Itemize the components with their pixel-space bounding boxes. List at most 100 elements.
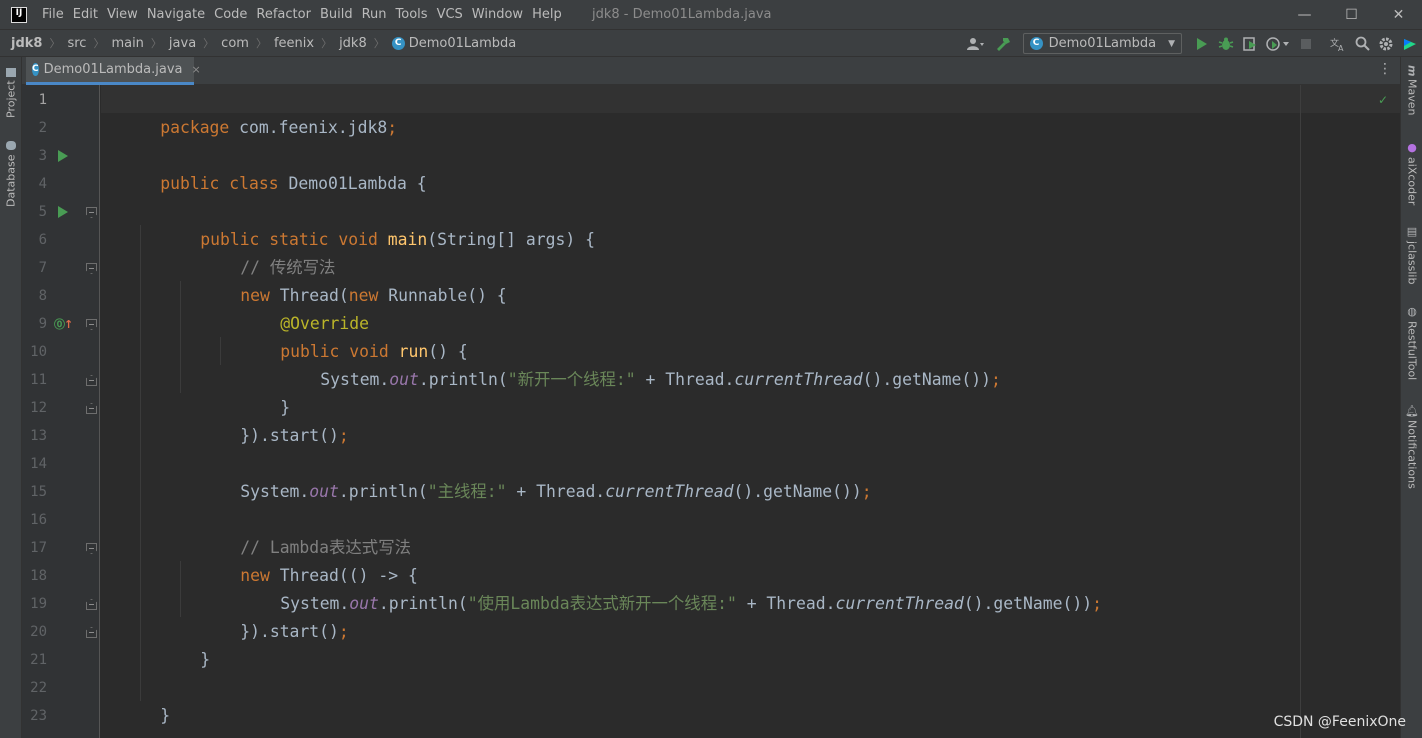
settings-icon[interactable]: [1374, 32, 1398, 56]
fold-toggle-icon[interactable]: [86, 207, 97, 218]
close-tab-icon[interactable]: ×: [192, 63, 201, 76]
stop-icon[interactable]: [1294, 32, 1318, 56]
menu-run[interactable]: Run: [358, 0, 391, 29]
line-number: 8: [38, 288, 47, 304]
minimize-button[interactable]: —: [1281, 0, 1328, 29]
chevron-right-icon: 〉: [321, 37, 333, 50]
menu-navigate[interactable]: Navigate: [143, 0, 209, 29]
project-tool-tab[interactable]: Project: [1, 63, 21, 123]
line-number: 22: [30, 680, 47, 696]
maximize-button[interactable]: ☐: [1328, 0, 1375, 29]
breadcrumb-item[interactable]: src: [67, 36, 86, 51]
aixcoder-tool-label: aiXcoder: [1405, 157, 1419, 206]
code-line-1: package com.feenix.jdk8;: [160, 118, 398, 137]
folder-icon: [6, 67, 16, 77]
database-tool-label: Database: [4, 154, 18, 207]
line-number: 13: [30, 428, 47, 444]
line-number: 14: [30, 456, 47, 472]
build-hammer-icon[interactable]: [991, 32, 1015, 56]
coverage-icon[interactable]: [1238, 32, 1262, 56]
menu-tools[interactable]: Tools: [392, 0, 432, 29]
intellij-logo-icon[interactable]: IJ: [11, 6, 27, 23]
bell-icon: 🔔︎: [1405, 403, 1419, 417]
aixcoder-tool-tab[interactable]: ● aiXcoder: [1402, 141, 1422, 211]
chevron-right-icon: 〉: [373, 37, 385, 50]
java-class-icon: C: [32, 63, 39, 76]
menu-refactor[interactable]: Refactor: [252, 0, 315, 29]
plugin-icon[interactable]: [1398, 32, 1422, 56]
line-number: 3: [38, 148, 47, 164]
code-line-8: @Override: [280, 314, 370, 333]
breadcrumb-item[interactable]: main: [111, 36, 143, 51]
breadcrumb-item[interactable]: feenix: [274, 36, 314, 51]
menu-window[interactable]: Window: [468, 0, 527, 29]
left-tool-stripe: Project Database: [0, 57, 22, 738]
menu-help[interactable]: Help: [528, 0, 566, 29]
code-line-12: }).start();: [240, 426, 349, 445]
jclasslib-tool-tab[interactable]: ▤ jclasslib: [1402, 225, 1422, 285]
tab-demo01lambda-java[interactable]: C Demo01Lambda.java ×: [26, 57, 201, 85]
breadcrumb-item[interactable]: jdk8: [11, 36, 42, 51]
run-configuration-label: Demo01Lambda: [1048, 36, 1157, 51]
line-number: 4: [38, 176, 47, 192]
menu-vcs[interactable]: VCS: [433, 0, 467, 29]
menu-file[interactable]: File: [38, 0, 68, 29]
run-icon[interactable]: [1190, 32, 1214, 56]
navigation-bar: jdk8 〉 src 〉 main 〉 java 〉 com 〉 feenix …: [0, 29, 1422, 57]
menu-edit[interactable]: Edit: [69, 0, 102, 29]
line-number: 6: [38, 232, 47, 248]
user-icon[interactable]: [961, 32, 991, 56]
profile-icon[interactable]: [1262, 32, 1294, 56]
search-icon[interactable]: [1350, 32, 1374, 56]
breadcrumb-item[interactable]: C Demo01Lambda: [391, 36, 516, 51]
java-class-icon: C: [391, 36, 405, 50]
watermark: CSDN @FeenixOne: [1273, 714, 1406, 730]
breadcrumb-item[interactable]: jdk8: [339, 36, 367, 51]
fold-toggle-icon[interactable]: [86, 599, 97, 610]
code-line-10: System.out.println("新开一个线程:" + Thread.cu…: [320, 370, 1001, 389]
debug-icon[interactable]: [1214, 32, 1238, 56]
code-editor[interactable]: 1 2 3 4 5 6 7 8 9 10 11 12 13 14 15 16 1…: [22, 85, 1400, 738]
menu-code[interactable]: Code: [210, 0, 251, 29]
line-number: 15: [30, 484, 47, 500]
fold-toggle-icon[interactable]: [86, 263, 97, 274]
run-main-icon[interactable]: [58, 198, 72, 226]
notifications-tool-tab[interactable]: 🔔︎ Notifications: [1402, 403, 1422, 493]
line-number: 17: [30, 540, 47, 556]
main-menu: File Edit View Navigate Code Refactor Bu…: [38, 0, 567, 29]
close-button[interactable]: ✕: [1375, 0, 1422, 29]
menu-view[interactable]: View: [103, 0, 142, 29]
database-tool-tab[interactable]: Database: [1, 139, 21, 209]
maven-tool-tab[interactable]: m Maven: [1402, 65, 1422, 125]
svg-text:A: A: [1338, 44, 1344, 52]
aixcoder-icon: ●: [1405, 141, 1419, 154]
line-number: 1: [38, 92, 47, 108]
line-number: 21: [30, 652, 47, 668]
translate-icon[interactable]: 文A: [1326, 32, 1350, 56]
inspection-ok-icon[interactable]: ✓: [1378, 93, 1388, 107]
run-class-icon[interactable]: [58, 142, 72, 170]
fold-toggle-icon[interactable]: [86, 319, 97, 330]
editor-gutter: 1 2 3 4 5 6 7 8 9 10 11 12 13 14 15 16 1…: [22, 85, 100, 738]
restfultool-tool-tab[interactable]: ◍ RestfulTool: [1402, 305, 1422, 385]
main-toolbar: C Demo01Lambda ▼ 文A: [961, 30, 1422, 57]
run-configuration-select[interactable]: C Demo01Lambda ▼: [1022, 33, 1182, 54]
menu-build[interactable]: Build: [316, 0, 357, 29]
fold-toggle-icon[interactable]: [86, 543, 97, 554]
fold-toggle-icon[interactable]: [86, 375, 97, 386]
tab-label: Demo01Lambda.java: [43, 62, 183, 77]
breadcrumb-item[interactable]: com: [221, 36, 249, 51]
database-icon: [6, 141, 16, 151]
more-vertical-icon[interactable]: ⋮: [1378, 61, 1392, 77]
maven-icon: m: [1405, 65, 1419, 77]
breadcrumb-item[interactable]: java: [169, 36, 196, 51]
code-area[interactable]: package com.feenix.jdk8; public class De…: [101, 85, 1400, 738]
code-line-6: // 传统写法: [240, 258, 336, 277]
fold-toggle-icon[interactable]: [86, 627, 97, 638]
restfultool-tool-label: RestfulTool: [1405, 321, 1419, 381]
project-tool-label: Project: [4, 80, 18, 119]
implements-method-icon[interactable]: ⓪↑: [54, 310, 73, 338]
fold-toggle-icon[interactable]: [86, 403, 97, 414]
window-title: jdk8 - Demo01Lambda.java: [592, 7, 772, 22]
breadcrumb: jdk8 〉 src 〉 main 〉 java 〉 com 〉 feenix …: [11, 35, 516, 51]
